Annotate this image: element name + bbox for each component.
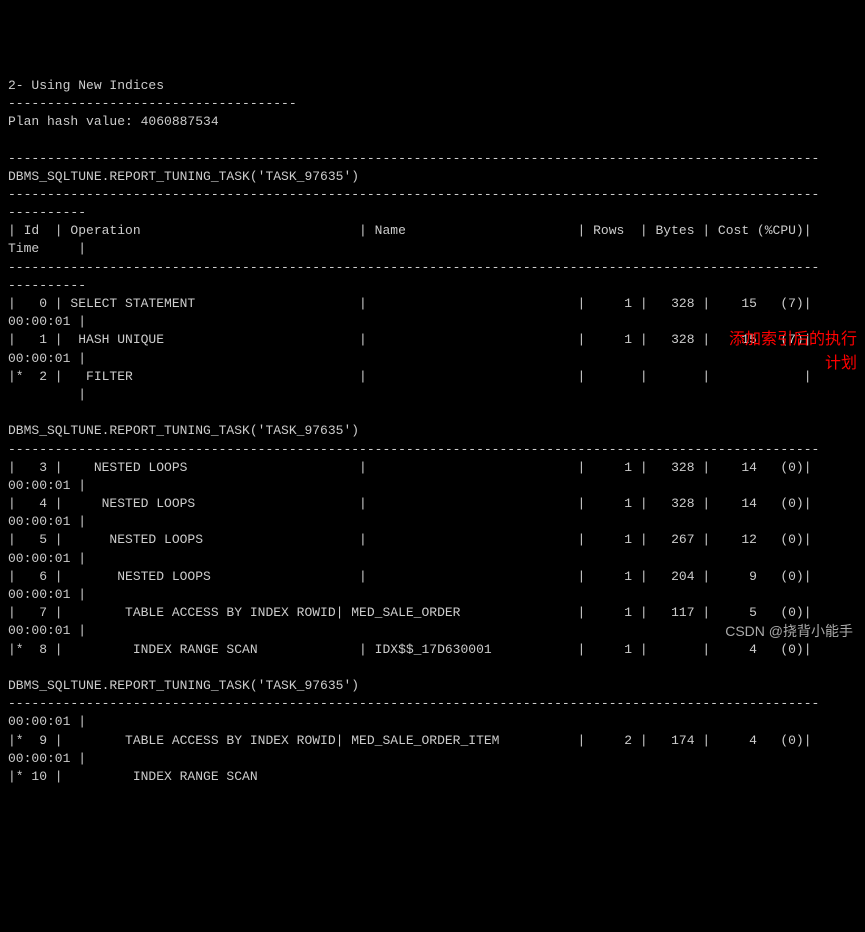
plan-row-9-time: 00:00:01 | xyxy=(8,751,86,766)
plan-hash-value: Plan hash value: 4060887534 xyxy=(8,114,219,129)
separator: ----------------------------------------… xyxy=(8,696,819,711)
plan-row-5-time: 00:00:01 | xyxy=(8,551,86,566)
report-call: DBMS_SQLTUNE.REPORT_TUNING_TASK('TASK_97… xyxy=(8,678,359,693)
plan-row-1-time: 00:00:01 | xyxy=(8,351,86,366)
plan-row-7: | 7 | TABLE ACCESS BY INDEX ROWID| MED_S… xyxy=(8,605,812,620)
plan-row-6-time: 00:00:01 | xyxy=(8,587,86,602)
time-header: Time | xyxy=(8,241,86,256)
plan-row-3-time: 00:00:01 | xyxy=(8,478,86,493)
plan-row-8-time: 00:00:01 | xyxy=(8,714,86,729)
plan-row-3: | 3 | NESTED LOOPS | | 1 | 328 | 14 (0)| xyxy=(8,460,812,475)
dashes: ---------- xyxy=(8,278,86,293)
plan-row-0-time: 00:00:01 | xyxy=(8,314,86,329)
dashes: ---------- xyxy=(8,205,86,220)
plan-row-7-time: 00:00:01 | xyxy=(8,623,86,638)
plan-row-8: |* 8 | INDEX RANGE SCAN | IDX$$_17D63000… xyxy=(8,642,812,657)
annotation-text: 添加索引后的执行计划 xyxy=(717,328,857,376)
terminal-output: 2- Using New Indices -------------------… xyxy=(8,77,857,786)
plan-row-6: | 6 | NESTED LOOPS | | 1 | 204 | 9 (0)| xyxy=(8,569,812,584)
plan-row-10: |* 10 | INDEX RANGE SCAN xyxy=(8,769,258,784)
title-line: 2- Using New Indices xyxy=(8,78,164,93)
separator: ------------------------------------- xyxy=(8,96,297,111)
separator: ----------------------------------------… xyxy=(8,151,819,166)
separator: ----------------------------------------… xyxy=(8,442,819,457)
plan-row-4-time: 00:00:01 | xyxy=(8,514,86,529)
plan-row-5: | 5 | NESTED LOOPS | | 1 | 267 | 12 (0)| xyxy=(8,532,812,547)
plan-row-0: | 0 | SELECT STATEMENT | | 1 | 328 | 15 … xyxy=(8,296,812,311)
watermark-text: CSDN @挠背小能手 xyxy=(725,622,853,642)
plan-row-2: |* 2 | FILTER | | | | | xyxy=(8,369,812,384)
separator: ----------------------------------------… xyxy=(8,187,819,202)
column-headers: | Id | Operation | Name | Rows | Bytes |… xyxy=(8,223,812,238)
report-call: DBMS_SQLTUNE.REPORT_TUNING_TASK('TASK_97… xyxy=(8,169,359,184)
report-call: DBMS_SQLTUNE.REPORT_TUNING_TASK('TASK_97… xyxy=(8,423,359,438)
separator: ----------------------------------------… xyxy=(8,260,819,275)
plan-row-2-time: | xyxy=(8,387,86,402)
plan-row-4: | 4 | NESTED LOOPS | | 1 | 328 | 14 (0)| xyxy=(8,496,812,511)
plan-row-9: |* 9 | TABLE ACCESS BY INDEX ROWID| MED_… xyxy=(8,733,812,748)
plan-row-1: | 1 | HASH UNIQUE | | 1 | 328 | 15 (7)| xyxy=(8,332,812,347)
